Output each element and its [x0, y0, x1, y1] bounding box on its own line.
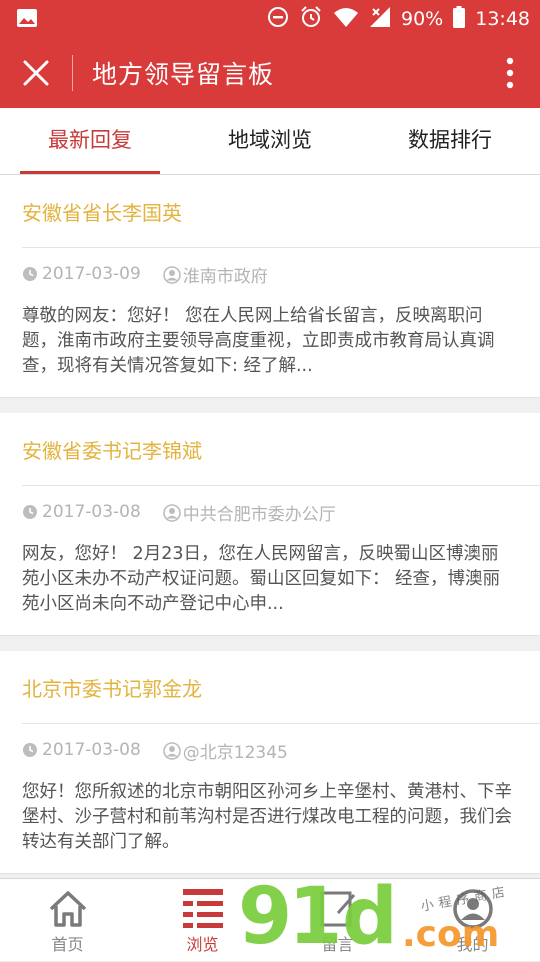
home-icon	[46, 887, 90, 931]
author-text: @北京12345	[182, 742, 288, 763]
clock-icon	[22, 266, 38, 282]
active-tab-indicator	[20, 171, 160, 174]
nav-label: 我的	[456, 935, 489, 954]
gallery-notification-icon	[16, 8, 38, 32]
wifi-icon	[333, 6, 359, 33]
message-title: 北京市委书记郭金龙	[22, 677, 202, 701]
user-icon	[162, 266, 181, 284]
message-meta: 2017-03-09 淮南市政府	[0, 248, 540, 300]
list-icon	[181, 887, 225, 931]
message-title: 安徽省委书记李锦斌	[22, 439, 202, 463]
date-text: 2017-03-08	[42, 502, 141, 522]
message-date: 2017-03-09	[22, 264, 141, 284]
nav-label: 首页	[51, 935, 84, 954]
tab-data-ranking[interactable]: 数据排行	[360, 108, 540, 174]
app-bar: 地方领导留言板	[0, 37, 540, 108]
tab-region-browse[interactable]: 地域浏览	[180, 108, 360, 174]
user-icon	[451, 887, 495, 931]
message-author: @北京12345	[162, 738, 288, 763]
clock-time: 13:48	[475, 8, 530, 30]
nav-message[interactable]: 留言	[270, 879, 405, 961]
message-body: 您好！您所叙述的北京市朝阳区孙河乡上辛堡村、黄港村、下辛堡村、沙子营村和前苇沟村…	[22, 782, 512, 852]
nav-mine[interactable]: 我的	[405, 879, 540, 961]
nav-home[interactable]: 首页	[0, 879, 135, 961]
user-icon	[162, 742, 181, 760]
battery-percentage: 90%	[401, 8, 444, 30]
message-author: 淮南市政府	[162, 262, 268, 287]
tab-bar: 最新回复 地域浏览 数据排行	[0, 108, 540, 175]
tab-latest-replies[interactable]: 最新回复	[0, 108, 180, 174]
clock-icon	[22, 742, 38, 758]
date-text: 2017-03-09	[42, 264, 141, 284]
message-date: 2017-03-08	[22, 502, 141, 522]
bottom-navigation: 首页 浏览 留言 我的	[0, 878, 540, 961]
app-bar-divider	[72, 55, 73, 91]
message-body: 尊敬的网友：您好！ 您在人民网上给省长留言，反映离职问题，淮南市政府主要领导高度…	[22, 306, 495, 376]
nav-label: 留言	[321, 935, 354, 954]
signal-icon	[369, 6, 391, 33]
message-meta: 2017-03-08 中共合肥市委办公厅	[0, 486, 540, 538]
close-icon[interactable]	[22, 59, 50, 87]
author-text: 中共合肥市委办公厅	[182, 504, 336, 525]
author-text: 淮南市政府	[182, 266, 268, 287]
more-options-icon[interactable]	[506, 57, 514, 89]
user-icon	[162, 504, 181, 522]
dnd-icon	[267, 6, 289, 33]
message-meta: 2017-03-08 @北京12345	[0, 724, 540, 776]
message-list: 安徽省省长李国英 2017-03-09 淮南市政府 尊敬的网友：您好！ 您在人民…	[0, 175, 540, 889]
nav-label: 浏览	[186, 935, 219, 954]
edit-icon	[316, 887, 360, 931]
tab-label: 地域浏览	[228, 128, 312, 152]
date-text: 2017-03-08	[42, 740, 141, 760]
battery-icon	[453, 5, 466, 33]
message-card[interactable]: 安徽省委书记李锦斌 2017-03-08 中共合肥市委办公厅 网友，您好！ 2月…	[0, 413, 540, 636]
nav-browse[interactable]: 浏览	[135, 879, 270, 961]
page-title: 地方领导留言板	[92, 60, 275, 89]
message-card[interactable]: 北京市委书记郭金龙 2017-03-08 @北京12345 您好！您所叙述的北京…	[0, 651, 540, 874]
message-author: 中共合肥市委办公厅	[162, 500, 336, 525]
alarm-icon	[299, 5, 323, 34]
message-body: 网友，您好！ 2月23日，您在人民网留言，反映蜀山区博澳丽苑小区未办不动产权证问…	[22, 544, 501, 614]
tab-label: 最新回复	[48, 128, 132, 152]
clock-icon	[22, 504, 38, 520]
message-date: 2017-03-08	[22, 740, 141, 760]
tab-label: 数据排行	[408, 128, 492, 152]
message-card[interactable]: 安徽省省长李国英 2017-03-09 淮南市政府 尊敬的网友：您好！ 您在人民…	[0, 175, 540, 398]
status-bar: 90% 13:48	[0, 0, 540, 37]
message-title: 安徽省省长李国英	[22, 201, 182, 225]
